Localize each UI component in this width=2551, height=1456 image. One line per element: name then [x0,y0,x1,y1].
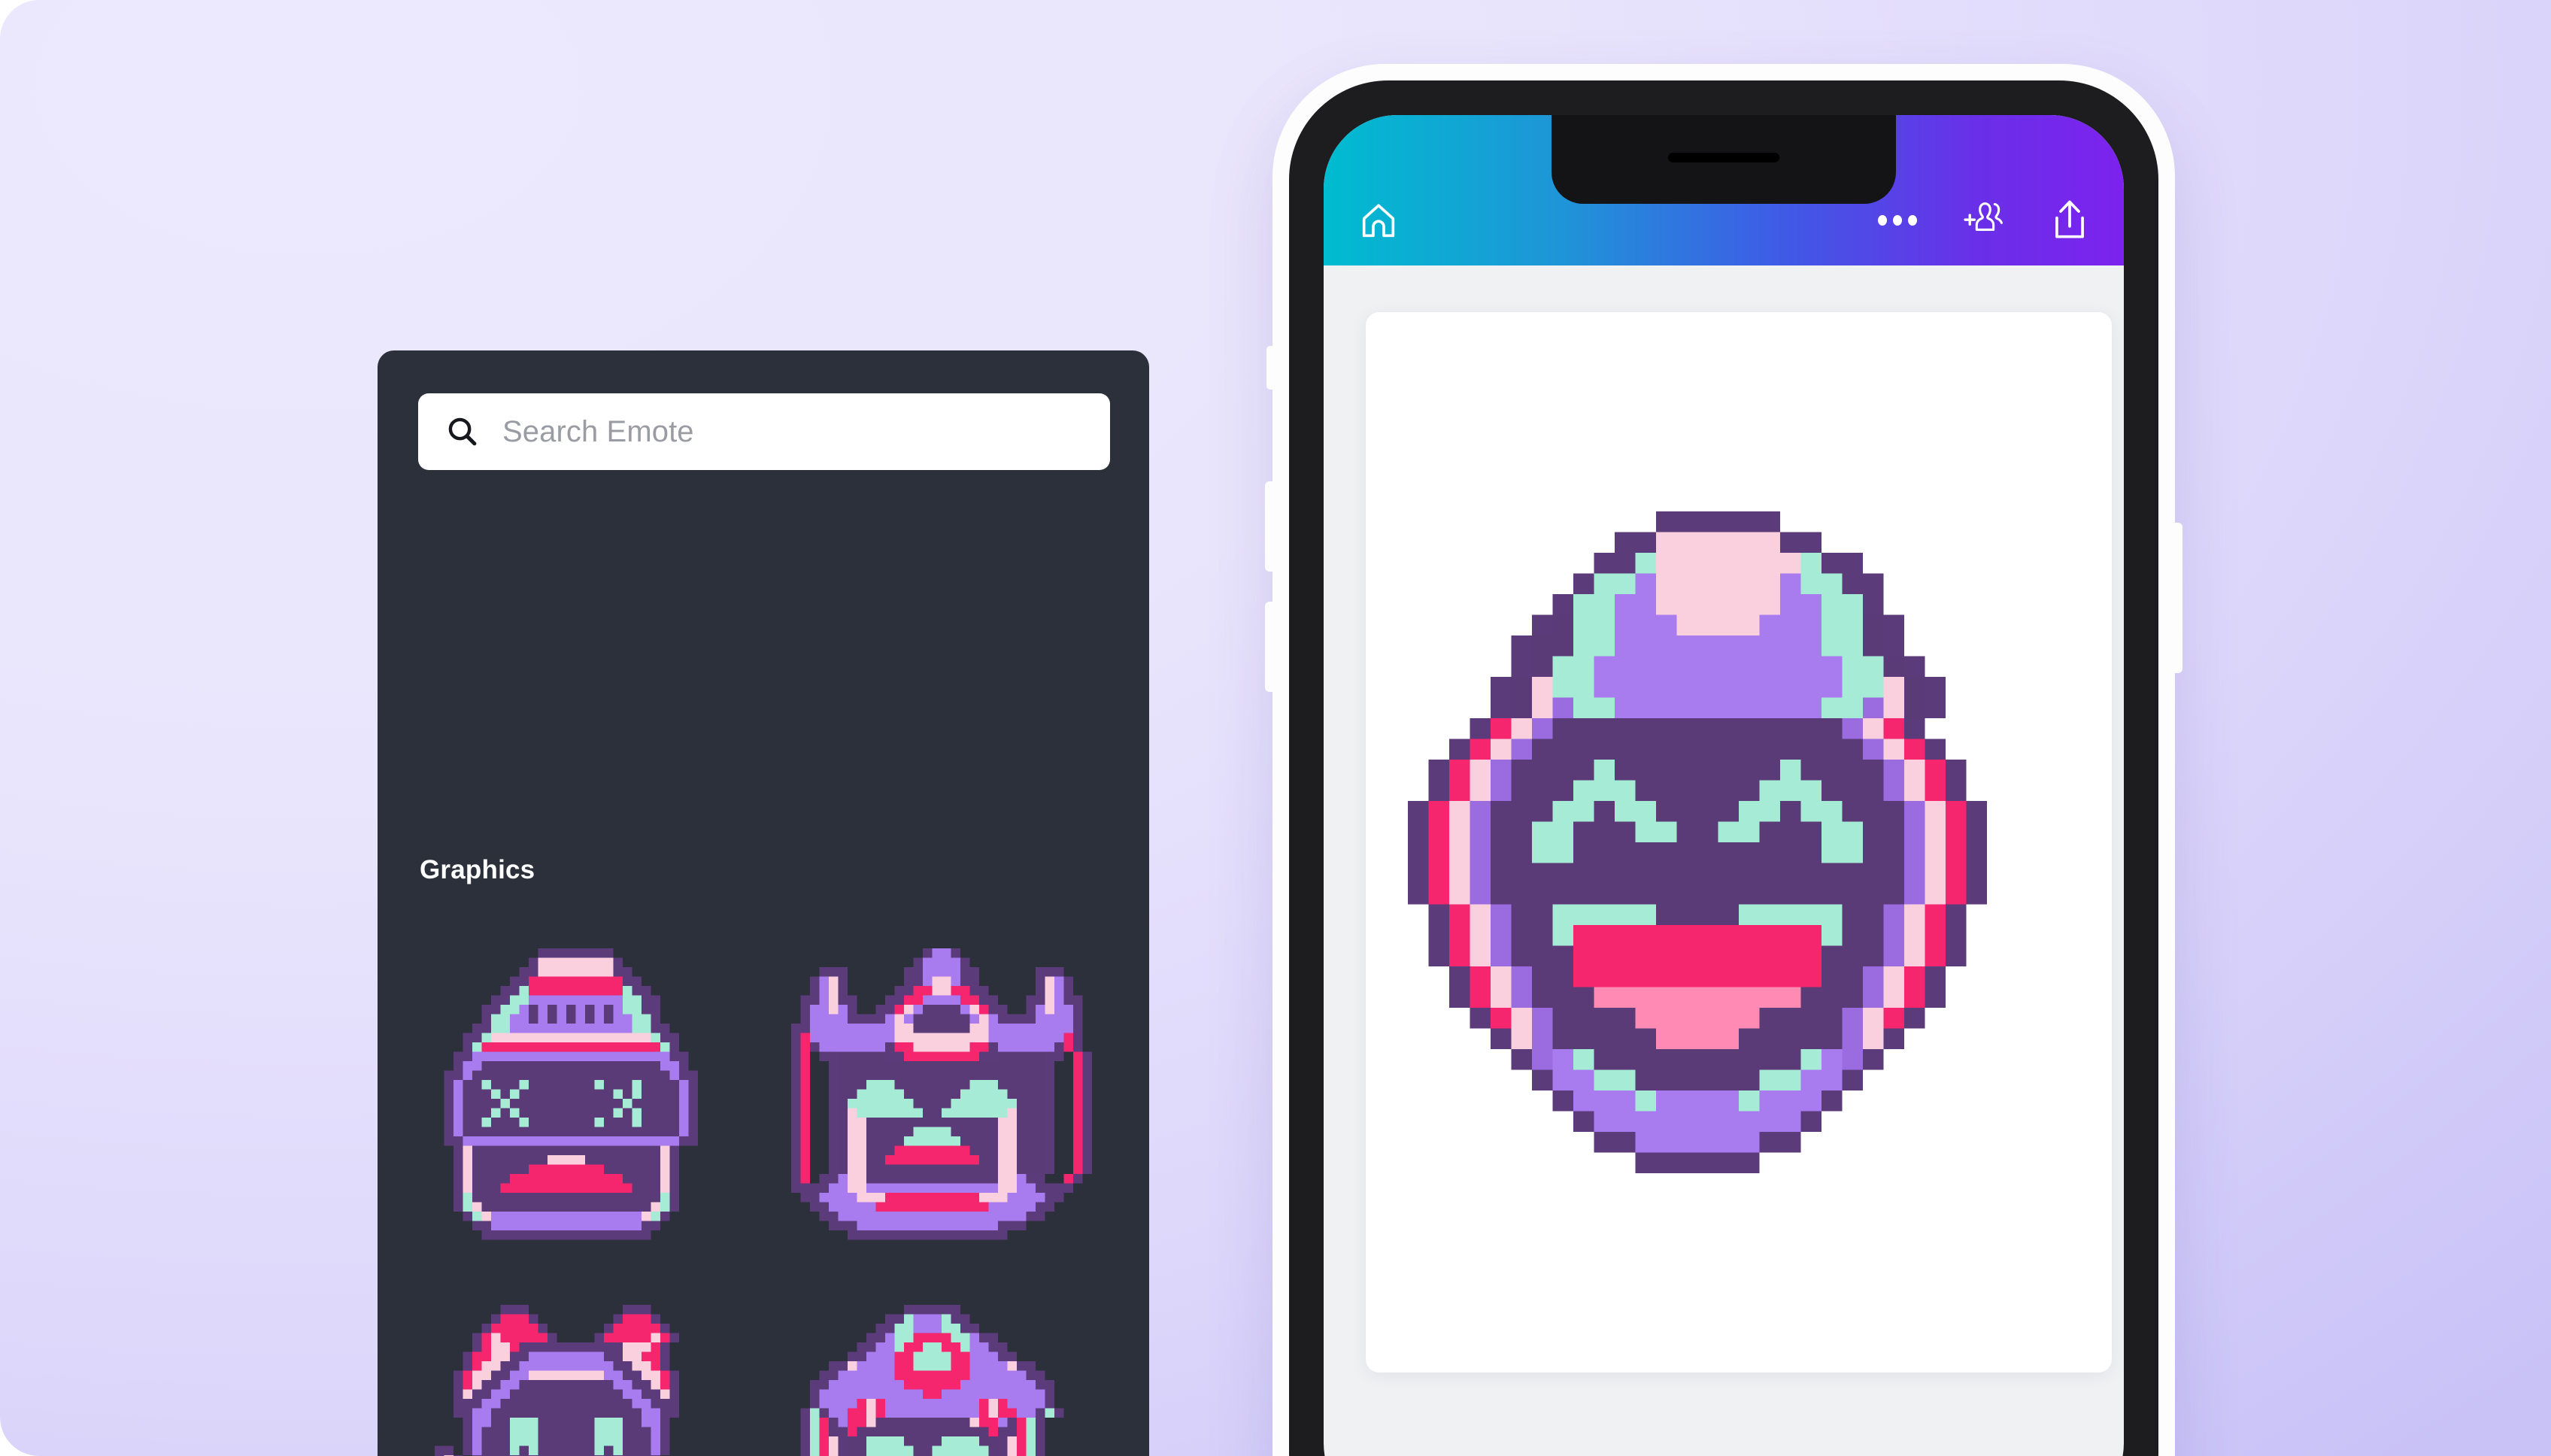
phone-notch [1552,115,1896,204]
more-horizontal-icon[interactable] [1877,214,1918,227]
section-title-graphics: Graphics [420,855,535,884]
add-person-icon[interactable] [1960,199,2007,242]
emote-preview-canvas [1408,511,2070,1173]
emote-item-1[interactable] [776,933,1107,1264]
search-bar[interactable] [418,393,1110,470]
volume-up-button[interactable] [1265,481,1277,572]
volume-down-button[interactable] [1265,602,1277,692]
mute-switch[interactable] [1266,346,1277,390]
emote-item-3[interactable] [776,1290,1107,1456]
screenshot-stage: Graphics [0,0,2551,1456]
power-button[interactable] [2170,523,2182,673]
search-input[interactable] [501,414,1083,450]
emote-item-2[interactable] [420,1290,751,1456]
emote-preview-card [1366,312,2112,1373]
phone-frame [1289,80,2158,1456]
phone-screen [1324,115,2124,1456]
search-icon [448,417,477,446]
notch-speaker [1668,153,1779,162]
emote-grid [420,933,1107,1456]
phone-mockup [1265,64,2182,1456]
app-bar [1324,115,2124,265]
app-bar-left-group [1357,199,1400,243]
home-icon[interactable] [1357,199,1400,243]
share-upload-icon[interactable] [2049,198,2091,243]
emote-picker-panel: Graphics [378,350,1149,1456]
emote-item-0[interactable] [420,933,751,1264]
app-bar-right-group [1877,198,2091,243]
